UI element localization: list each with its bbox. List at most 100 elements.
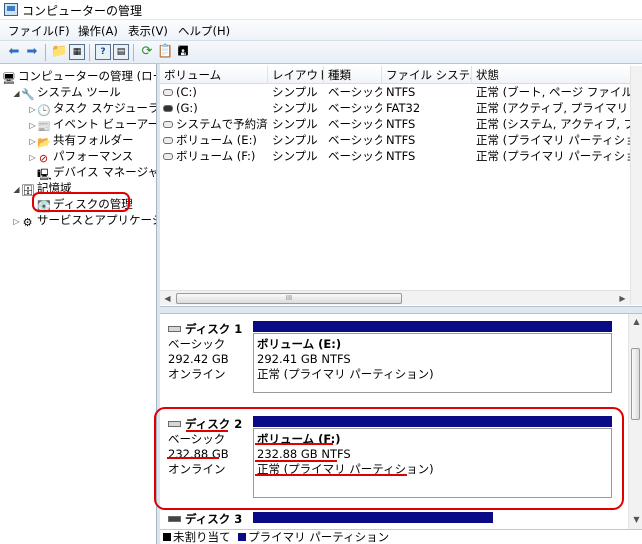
disk-2-size-underline	[167, 457, 219, 459]
partition-status: 正常 (プライマリ パーティション)	[257, 367, 434, 381]
disk-state: オンライン	[168, 367, 226, 381]
volume-type: ベーシック	[328, 133, 382, 147]
scroll-thumb[interactable]	[631, 348, 640, 420]
disk-2-name-underline	[186, 430, 228, 432]
computer-management-icon	[4, 3, 18, 16]
menu-view[interactable]: 表示(V)	[128, 23, 168, 39]
disk-3-info[interactable]: ディスク 3	[168, 512, 254, 527]
toolbar-separator	[89, 44, 90, 61]
column-header-type[interactable]: 種類	[324, 66, 382, 84]
tree-item-task-scheduler[interactable]: ▷🕒 タスク スケジューラ	[28, 100, 156, 117]
volume-row[interactable]: システムで予約済み シンプル ベーシック NTFS 正常 (システム, アクティ…	[160, 116, 630, 132]
primary-partition-bar	[253, 321, 612, 332]
volume-file-system: NTFS	[386, 149, 416, 163]
menu-action[interactable]: 操作(A)	[78, 23, 118, 39]
volume-row[interactable]: ボリューム (F:) シンプル ベーシック NTFS 正常 (プライマリ パーテ…	[160, 148, 630, 164]
volume-layout: シンプル	[272, 101, 318, 115]
collapsed-triangle-icon[interactable]: ▷	[12, 214, 21, 230]
volume-list-header: ボリューム レイアウト 種類 ファイル システム 状態	[160, 66, 630, 84]
volume-row[interactable]: ボリューム (E:) シンプル ベーシック NTFS 正常 (プライマリ パーテ…	[160, 132, 630, 148]
volume-icon	[163, 121, 173, 128]
tree-item-device-manager[interactable]: 🖳デバイス マネージャー	[37, 164, 156, 181]
partition-size: 292.41 GB NTFS	[257, 352, 351, 366]
scroll-left-arrow-icon[interactable]: ◀	[160, 291, 175, 306]
column-header-layout[interactable]: レイアウト	[268, 66, 324, 84]
refresh-icon[interactable]: ⟳	[139, 44, 155, 60]
volume-status: 正常 (アクティブ, プライマリ パーティション)	[476, 101, 630, 115]
scroll-up-arrow-icon[interactable]: ▲	[629, 314, 642, 329]
unallocated-swatch	[163, 533, 171, 541]
action-pane-icon[interactable]: ▤	[113, 44, 129, 60]
volume-status: 正常 (ブート, ページ ファイル, クラッシュ ダンプ, プライマリ パーティ…	[476, 85, 630, 99]
volume-layout: シンプル	[272, 133, 318, 147]
disk-2-highlight	[154, 407, 624, 510]
partition-volume-e[interactable]: ボリューム (E:) 292.41 GB NTFS 正常 (プライマリ パーティ…	[253, 333, 612, 393]
expanded-triangle-icon[interactable]: ◢	[12, 182, 21, 198]
up-folder-icon[interactable]: 📁	[51, 44, 67, 60]
volume-row[interactable]: (G:) シンプル ベーシック FAT32 正常 (アクティブ, プライマリ パ…	[160, 100, 630, 116]
volume-file-system: FAT32	[386, 101, 421, 115]
menu-help[interactable]: ヘルプ(H)	[178, 23, 230, 39]
menu-file[interactable]: ファイル(F)	[8, 23, 70, 39]
toolbar-separator	[133, 44, 134, 61]
column-header-status[interactable]: 状態	[472, 66, 630, 84]
scroll-thumb[interactable]: III	[176, 293, 402, 304]
disk-kind: ベーシック	[168, 337, 226, 351]
volume-status: 正常 (システム, アクティブ, プライマリ パーティション)	[476, 117, 630, 131]
legend-primary-partition: プライマリ パーティション	[248, 530, 390, 544]
volume-f-size-underline	[255, 460, 337, 462]
volume-list-vertical-scrollbar[interactable]	[630, 66, 642, 305]
back-arrow-icon[interactable]: ⬅	[6, 44, 22, 60]
collapsed-triangle-icon[interactable]: ▷	[28, 150, 37, 166]
tree-item-computer-management[interactable]: 🖥コンピューターの管理 (ローカル)	[2, 68, 156, 85]
volume-type: ベーシック	[328, 101, 382, 115]
help-icon[interactable]: ?	[95, 44, 111, 60]
volume-f-name-underline	[255, 443, 333, 445]
volume-list-horizontal-scrollbar[interactable]: ◀ III ▶	[160, 290, 630, 305]
volume-type: ベーシック	[328, 149, 382, 163]
tree-item-performance[interactable]: ▷ ⊘ パフォーマンス	[28, 148, 133, 166]
tree-item-services-applications[interactable]: ▷⚙サービスとアプリケーション	[12, 212, 156, 230]
volume-status: 正常 (プライマリ パーティション)	[476, 149, 630, 163]
expanded-triangle-icon[interactable]: ◢	[12, 86, 21, 102]
disk-management-highlight	[32, 192, 130, 212]
show-hide-tree-icon[interactable]: ▦	[69, 44, 85, 60]
volume-status: 正常 (プライマリ パーティション)	[476, 133, 630, 147]
volume-layout: シンプル	[272, 117, 318, 131]
primary-partition-bar	[253, 512, 493, 523]
partition-name: ボリューム (E:)	[257, 337, 342, 351]
column-header-volume[interactable]: ボリューム	[160, 66, 268, 84]
volume-icon	[163, 89, 173, 96]
tree-item-system-tools[interactable]: ◢🔧 システム ツール	[12, 84, 120, 102]
volume-type: ベーシック	[328, 85, 382, 99]
disk-size: 292.42 GB	[168, 352, 229, 366]
volume-icon	[163, 153, 173, 160]
tree-item-shared-folders[interactable]: ▷📂 共有フォルダー	[28, 132, 133, 149]
volume-file-system: NTFS	[386, 133, 416, 147]
toolbar: ⬅ ➡ 📁 ▦ ? ▤ ⟳ 📋 🖪	[0, 41, 642, 64]
scroll-down-arrow-icon[interactable]: ▼	[629, 512, 642, 527]
tree-item-event-viewer[interactable]: ▷📰 イベント ビューアー	[28, 116, 156, 133]
disk-name: ディスク 1	[185, 322, 243, 336]
properties-icon[interactable]: 📋	[157, 44, 173, 60]
legend: 未割り当て プライマリ パーティション	[160, 529, 642, 544]
volume-file-system: NTFS	[386, 117, 416, 131]
export-icon[interactable]: 🖪	[175, 44, 191, 60]
disk-1-info[interactable]: ディスク 1 ベーシック 292.42 GB オンライン	[168, 322, 254, 382]
scroll-right-arrow-icon[interactable]: ▶	[615, 291, 630, 306]
pane-splitter[interactable]	[160, 306, 642, 314]
column-header-file-system[interactable]: ファイル システム	[382, 66, 472, 84]
legend-unallocated: 未割り当て	[173, 530, 231, 544]
volume-layout: シンプル	[272, 149, 318, 163]
menu-bar: ファイル(F) 操作(A) 表示(V) ヘルプ(H)	[0, 20, 642, 41]
disk-name: ディスク 3	[185, 512, 243, 526]
title-bar: コンピューターの管理	[0, 0, 642, 20]
hard-disk-icon	[168, 326, 181, 332]
forward-arrow-icon[interactable]: ➡	[24, 44, 40, 60]
services-icon: ⚙	[22, 216, 33, 229]
disk-map-vertical-scrollbar[interactable]: ▲ ▼	[628, 314, 642, 529]
volume-f-status-underline	[255, 474, 407, 476]
volume-row[interactable]: (C:) シンプル ベーシック NTFS 正常 (ブート, ページ ファイル, …	[160, 84, 630, 100]
hard-disk-icon	[168, 516, 181, 522]
volume-icon	[163, 137, 173, 144]
